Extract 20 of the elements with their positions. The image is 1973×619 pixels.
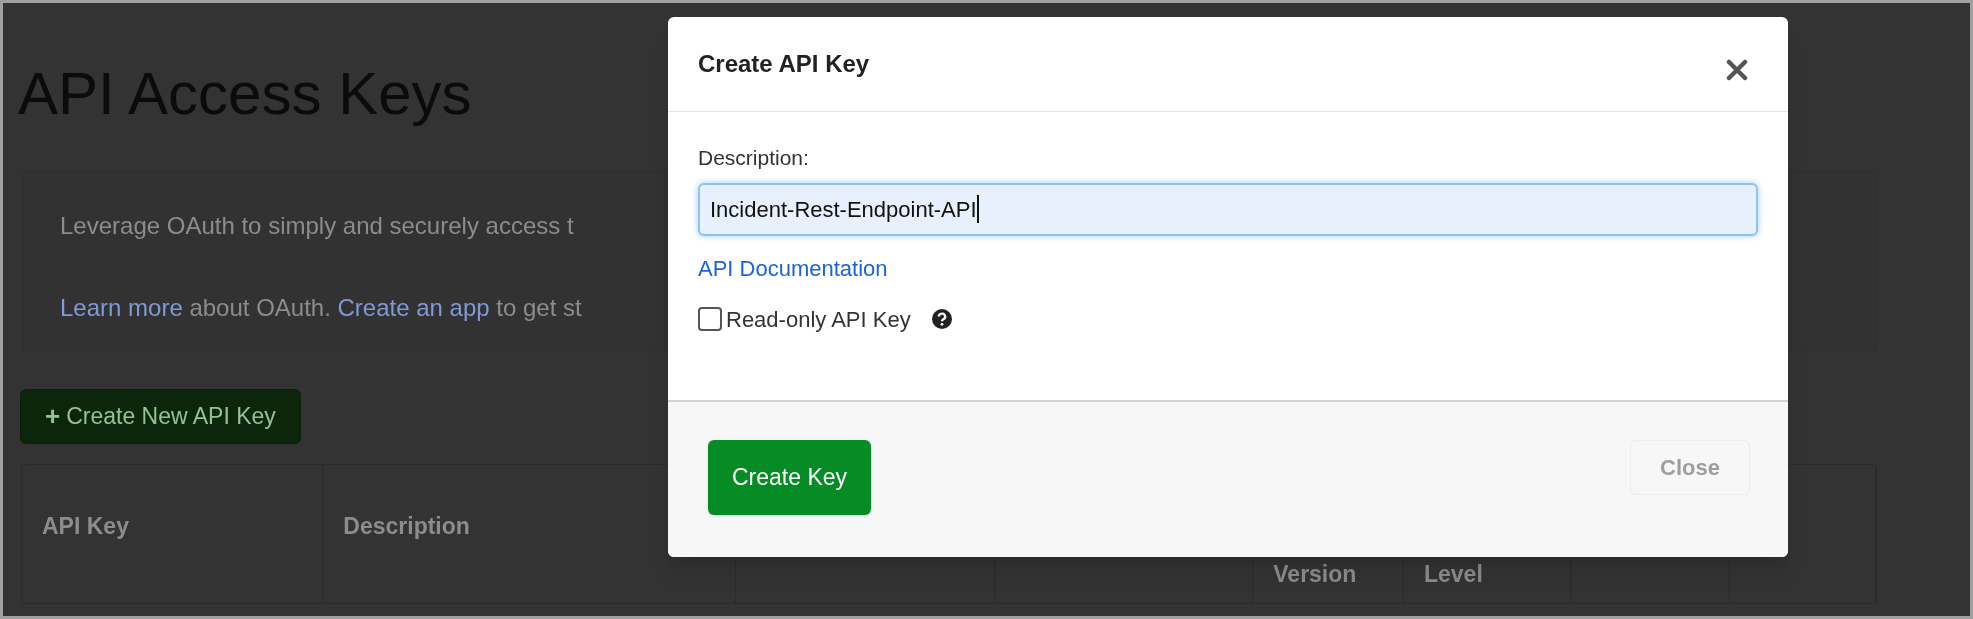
column-header: Version [1273, 560, 1357, 589]
info-link[interactable]: Create an app [337, 290, 490, 326]
info-link[interactable]: Learn more [60, 290, 183, 326]
column-header: Description [343, 512, 470, 541]
read-only-checkbox[interactable] [698, 307, 722, 331]
help-icon[interactable] [930, 308, 953, 330]
info-text: to get st [495, 293, 582, 323]
checkbox-label: Read-only API Key [726, 305, 911, 334]
info-text: about OAuth. [188, 293, 332, 323]
field-label: Description: [698, 145, 809, 171]
info-text: Leverage OAuth to simply and securely access t [60, 211, 574, 241]
api-documentation-link[interactable]: API Documentation [698, 251, 888, 285]
plus-icon: + [45, 397, 61, 436]
description-input[interactable]: Incident-Rest-Endpoint-API [698, 182, 1758, 236]
close-icon[interactable] [1726, 59, 1748, 81]
create-new-api-key-button[interactable]: + Create New API Key [20, 389, 301, 444]
dialog-title: Create API Key [698, 49, 870, 79]
create-key-button[interactable]: Create Key [708, 440, 872, 515]
column-header: API Key [42, 512, 129, 541]
column-header: Level [1423, 560, 1483, 589]
